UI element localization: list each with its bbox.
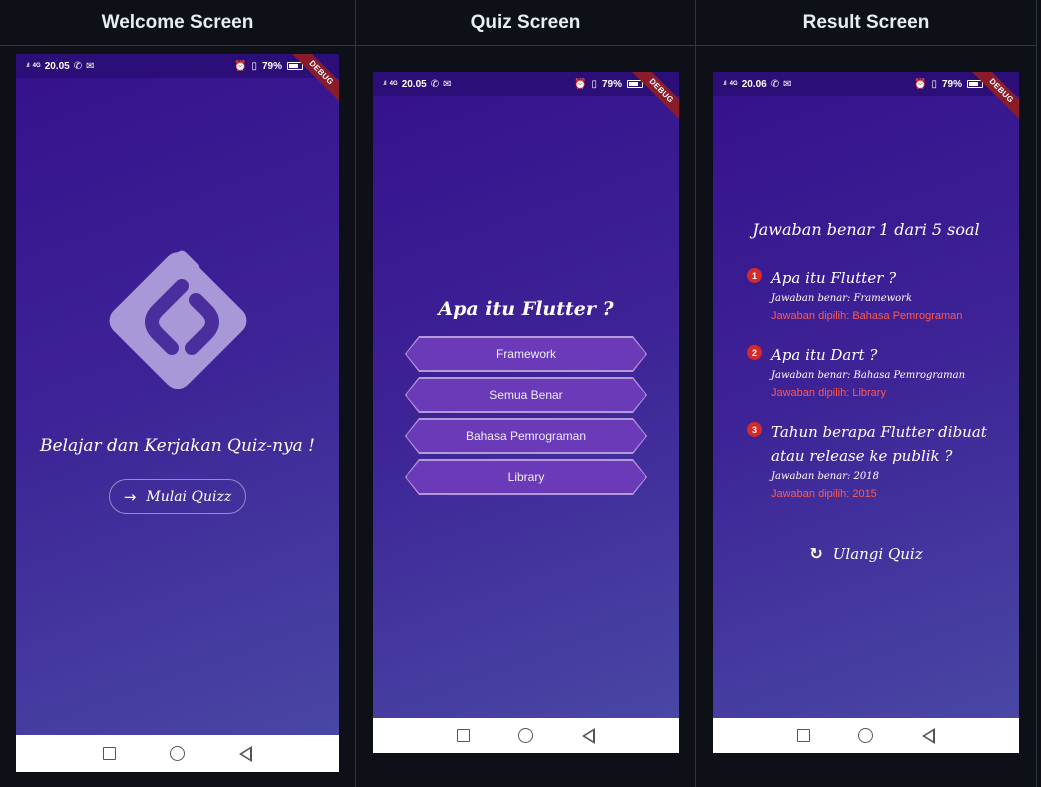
home-icon[interactable]	[518, 728, 534, 743]
clock: 20.06	[741, 78, 767, 90]
battery-label: 79%	[601, 78, 622, 90]
network-label: 4G	[32, 63, 41, 69]
result-item: 2 Apa itu Dart ? Jawaban benar: Bahasa P…	[747, 343, 999, 399]
nav-bar	[713, 718, 1019, 753]
header-welcome: Welcome Screen	[0, 0, 355, 46]
correct-answer: Jawaban benar: Framework	[771, 293, 913, 304]
question-number-badge: 2	[747, 345, 762, 360]
result-phone: .ıll 4G 20.06 ✆ ✉ ⏰ ▯ 79% DEBUG Jawaban …	[713, 72, 1019, 753]
alarm-icon: ⏰	[574, 78, 587, 90]
network-label: 4G	[389, 81, 398, 87]
home-icon[interactable]	[170, 746, 185, 761]
back-icon[interactable]	[581, 727, 595, 744]
clock: 20.05	[44, 60, 70, 72]
retry-label: Ulangi Quiz	[832, 544, 923, 563]
start-quiz-label: Mulai Quizz	[146, 488, 232, 505]
correct-answer: Jawaban benar: 2018	[771, 471, 879, 482]
whatsapp-icon: ✆	[73, 60, 83, 72]
signal-icon: .ıll	[26, 63, 30, 69]
home-icon[interactable]	[858, 728, 874, 743]
mail-icon: ✉	[443, 78, 452, 90]
network-label: 4G	[729, 81, 738, 87]
clock: 20.05	[401, 78, 427, 90]
result-item: 1 Apa itu Flutter ? Jawaban benar: Frame…	[747, 266, 999, 322]
divider	[695, 0, 696, 787]
picked-answer: Jawaban dipilih: Bahasa Pemrograman	[771, 310, 963, 322]
quiz-phone: .ıll 4G 20.05 ✆ ✉ ⏰ ▯ 79% DEBUG Apa itu …	[373, 72, 679, 753]
whatsapp-icon: ✆	[770, 78, 780, 90]
question-number-badge: 1	[747, 268, 762, 283]
divider	[1036, 0, 1037, 787]
back-icon[interactable]	[921, 727, 935, 744]
result-item: 3 Tahun berapa Flutter dibuat atau relea…	[747, 420, 999, 500]
answer-button[interactable]: Framework	[406, 337, 646, 371]
quiz-question: Apa itu Flutter ?	[438, 298, 614, 320]
alarm-icon: ⏰	[234, 60, 247, 72]
refresh-icon: ↻	[809, 544, 823, 563]
arrow-right-icon: →	[123, 487, 137, 506]
answer-button[interactable]: Bahasa Pemrograman	[406, 419, 646, 453]
retry-quiz-button[interactable]: ↻ Ulangi Quiz	[713, 544, 1019, 563]
status-bar: .ıll 4G 20.05 ✆ ✉ ⏰ ▯ 79%	[16, 54, 339, 78]
whatsapp-icon: ✆	[430, 78, 440, 90]
status-bar: .ıll 4G 20.06 ✆ ✉ ⏰ ▯ 79%	[713, 72, 1019, 96]
mail-icon: ✉	[86, 60, 95, 72]
mail-icon: ✉	[783, 78, 792, 90]
alarm-icon: ⏰	[914, 78, 927, 90]
vibrate-icon: ▯	[251, 60, 257, 72]
battery-label: 79%	[261, 60, 282, 72]
result-question: Tahun berapa Flutter dibuat atau release…	[771, 423, 987, 465]
header-result: Result Screen	[696, 0, 1036, 46]
picked-answer: Jawaban dipilih: Library	[771, 387, 886, 399]
battery-label: 79%	[941, 78, 962, 90]
divider	[355, 0, 356, 787]
result-question: Apa itu Flutter ?	[771, 269, 897, 287]
header-quiz: Quiz Screen	[356, 0, 695, 46]
start-quiz-button[interactable]: → Mulai Quizz	[109, 479, 246, 514]
signal-icon: .ıll	[723, 81, 727, 87]
vibrate-icon: ▯	[931, 78, 937, 90]
nav-bar	[16, 735, 339, 772]
correct-answer: Jawaban benar: Bahasa Pemrograman	[771, 370, 966, 381]
signal-icon: .ıll	[383, 81, 387, 87]
question-number-badge: 3	[747, 422, 762, 437]
brand-logo-icon	[109, 250, 247, 390]
back-icon[interactable]	[239, 745, 252, 762]
answer-button[interactable]: Library	[406, 460, 646, 494]
recents-icon[interactable]	[103, 747, 116, 760]
welcome-phone: .ıll 4G 20.05 ✆ ✉ ⏰ ▯ 79% DEBUG Belajar …	[16, 54, 339, 772]
picked-answer: Jawaban dipilih: 2015	[771, 488, 877, 500]
result-question: Apa itu Dart ?	[771, 346, 878, 364]
nav-bar	[373, 718, 679, 753]
welcome-tagline: Belajar dan Kerjakan Quiz-nya !	[39, 436, 315, 456]
answer-button[interactable]: Semua Benar	[406, 378, 646, 412]
score-text: Jawaban benar 1 dari 5 soal	[752, 220, 980, 239]
vibrate-icon: ▯	[591, 78, 597, 90]
status-bar: .ıll 4G 20.05 ✆ ✉ ⏰ ▯ 79%	[373, 72, 679, 96]
recents-icon[interactable]	[797, 729, 811, 742]
recents-icon[interactable]	[457, 729, 471, 742]
